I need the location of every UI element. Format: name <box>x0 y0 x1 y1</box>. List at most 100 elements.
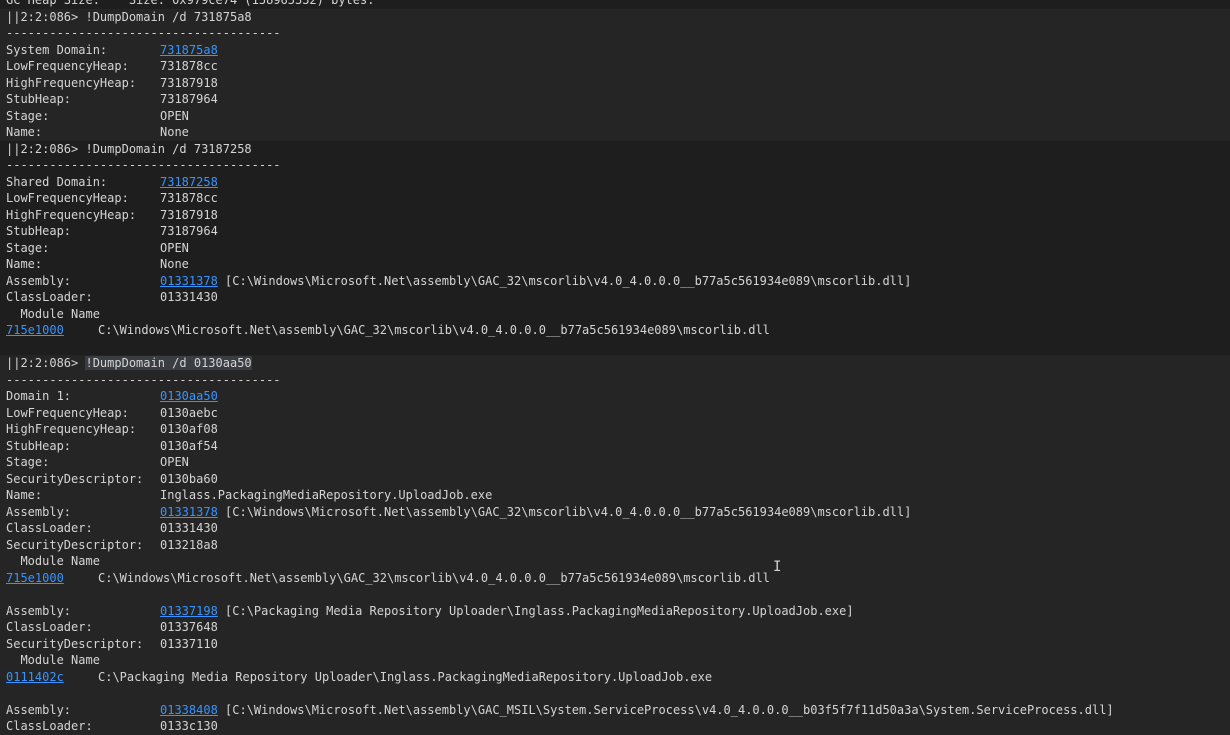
field-row: HighFrequencyHeap: 0130af08 <box>0 421 1230 438</box>
assembly-path: [C:\Windows\Microsoft.Net\assembly\GAC_3… <box>217 273 912 288</box>
field-label: Assembly: <box>6 603 72 618</box>
field-value: 73187964 <box>160 224 218 238</box>
field-label: Stage: <box>6 455 50 469</box>
field-label: Shared Domain: <box>6 174 108 189</box>
field-value: 013218a8 <box>160 537 218 552</box>
field-label: SecurityDescriptor: <box>6 537 144 552</box>
field-value: 73187918 <box>160 75 218 90</box>
field-value: 73187964 <box>160 92 218 106</box>
field-row: SecurityDescriptor: 01337110 <box>0 636 1230 653</box>
module-header: Module Name <box>6 653 100 667</box>
field-row: StubHeap: 73187964 <box>0 91 1230 108</box>
prompt: ||2:2:086> <box>6 141 86 156</box>
assembly-path: [C:\Packaging Media Repository Uploader\… <box>217 603 854 618</box>
field-row: StubHeap: 73187964 <box>0 223 1230 240</box>
field-row: LowFrequencyHeap: 731878cc <box>0 58 1230 75</box>
field-value: 0133c130 <box>160 719 218 733</box>
module-path: C:\Packaging Media Repository Uploader\I… <box>98 669 713 684</box>
assembly-row: Assembly: 01331378 [C:\Windows\Microsoft.… <box>0 273 1230 290</box>
assembly-address-link[interactable]: 01331378 <box>160 505 218 519</box>
field-label: ClassLoader: <box>6 521 93 535</box>
field-value: OPEN <box>160 455 189 469</box>
field-value: 0130ba60 <box>160 471 218 486</box>
assembly-address-link[interactable]: 01337198 <box>160 604 218 618</box>
field-label: ClassLoader: <box>6 719 93 733</box>
field-row: ClassLoader: 01337648 <box>0 619 1230 636</box>
domain-row: System Domain: 731875a8 <box>0 42 1230 59</box>
field-value: 01337648 <box>160 620 218 634</box>
field-label: HighFrequencyHeap: <box>6 207 137 222</box>
field-label: StubHeap: <box>6 92 72 106</box>
output-block-system-domain: ||2:2:086> !DumpDomain /d 731875a8 -----… <box>0 8 1230 141</box>
field-label: Name: <box>6 488 43 502</box>
field-row: Name: None <box>0 256 1230 273</box>
field-row: SecurityDescriptor: 0130ba60 <box>0 471 1230 488</box>
field-value: OPEN <box>160 108 189 123</box>
console-line: GC Heap Size: Size: 0x979ce74 (158965332… <box>6 0 375 7</box>
module-address-link[interactable]: 0111402c <box>6 669 98 686</box>
domain-address-link[interactable]: 0130aa50 <box>160 389 218 403</box>
output-block-previous: GC Heap Size: Size: 0x979ce74 (158965332… <box>0 0 1230 9</box>
field-row: ClassLoader: 01331430 <box>0 520 1230 537</box>
ibeam-cursor-icon: I <box>773 559 782 575</box>
field-label: ClassLoader: <box>6 290 93 304</box>
field-value: None <box>160 257 189 271</box>
prompt: ||2:2:086> <box>6 356 86 370</box>
field-row: ClassLoader: 01331430 <box>0 289 1230 306</box>
field-label: Assembly: <box>6 504 72 519</box>
assembly-path: [C:\Windows\Microsoft.Net\assembly\GAC_M… <box>217 702 1114 717</box>
command-text: !DumpDomain /d 73187258 <box>85 141 252 156</box>
field-label: HighFrequencyHeap: <box>6 75 137 90</box>
field-label: StubHeap: <box>6 224 72 238</box>
field-label: System Domain: <box>6 42 108 57</box>
command-text: !DumpDomain /d 731875a8 <box>85 9 252 24</box>
field-value: 01337110 <box>160 636 218 651</box>
assembly-address-link[interactable]: 01338408 <box>160 703 218 717</box>
field-row: LowFrequencyHeap: 0130aebc <box>0 405 1230 422</box>
domain-address-link[interactable]: 73187258 <box>160 175 218 189</box>
field-label: StubHeap: <box>6 438 72 453</box>
assembly-address-link[interactable]: 01331378 <box>160 274 218 288</box>
assembly-path: [C:\Windows\Microsoft.Net\assembly\GAC_3… <box>217 504 912 519</box>
command-line[interactable]: ||2:2:086> !DumpDomain /d 731875a8 <box>0 9 1230 26</box>
field-label: LowFrequencyHeap: <box>6 405 129 420</box>
field-label: Name: <box>6 125 43 139</box>
field-label: HighFrequencyHeap: <box>6 422 137 436</box>
field-label: Stage: <box>6 108 50 123</box>
field-value: 01331430 <box>160 290 218 304</box>
field-value: OPEN <box>160 240 189 255</box>
field-value: 01331430 <box>160 521 218 535</box>
module-address-link[interactable]: 715e1000 <box>6 570 98 587</box>
field-label: SecurityDescriptor: <box>6 471 144 486</box>
output-block-shared-domain: ||2:2:086> !DumpDomain /d 73187258 -----… <box>0 140 1230 356</box>
output-block-domain-1: ||2:2:086> !DumpDomain /d 0130aa50 -----… <box>0 355 1230 735</box>
field-row: Name: Inglass.PackagingMediaRepository.Up… <box>0 487 1230 504</box>
prompt: ||2:2:086> <box>6 9 86 24</box>
module-path: C:\Windows\Microsoft.Net\assembly\GAC_32… <box>98 570 770 585</box>
module-header: Module Name <box>6 554 100 568</box>
field-value: 731878cc <box>160 191 218 205</box>
module-row: 0111402c C:\Packaging Media Repository Up… <box>0 669 1230 686</box>
domain-row: Domain 1: 0130aa50 <box>0 388 1230 405</box>
module-row: 715e1000 C:\Windows\Microsoft.Net\assembl… <box>0 322 1230 339</box>
command-line[interactable]: ||2:2:086> !DumpDomain /d 73187258 <box>0 141 1230 158</box>
field-value: 0130af08 <box>160 422 218 436</box>
module-row: 715e1000 C:\Windows\Microsoft.Net\assembl… <box>0 570 1230 587</box>
assembly-row: Assembly: 01331378 [C:\Windows\Microsoft.… <box>0 504 1230 521</box>
field-label: Name: <box>6 257 43 271</box>
field-row: SecurityDescriptor: 013218a8 <box>0 537 1230 554</box>
domain-address-link[interactable]: 731875a8 <box>160 43 218 57</box>
separator: -------------------------------------- <box>6 26 281 40</box>
module-address-link[interactable]: 715e1000 <box>6 322 98 339</box>
field-label: Stage: <box>6 240 50 255</box>
separator: -------------------------------------- <box>6 372 281 387</box>
field-row: Stage: OPEN <box>0 454 1230 471</box>
module-header: Module Name <box>6 306 100 321</box>
field-value: Inglass.PackagingMediaRepository.UploadJ… <box>160 488 493 502</box>
field-row: Stage: OPEN <box>0 108 1230 125</box>
command-line[interactable]: ||2:2:086> !DumpDomain /d 0130aa50 <box>0 355 1230 372</box>
field-label: Assembly: <box>6 702 72 717</box>
